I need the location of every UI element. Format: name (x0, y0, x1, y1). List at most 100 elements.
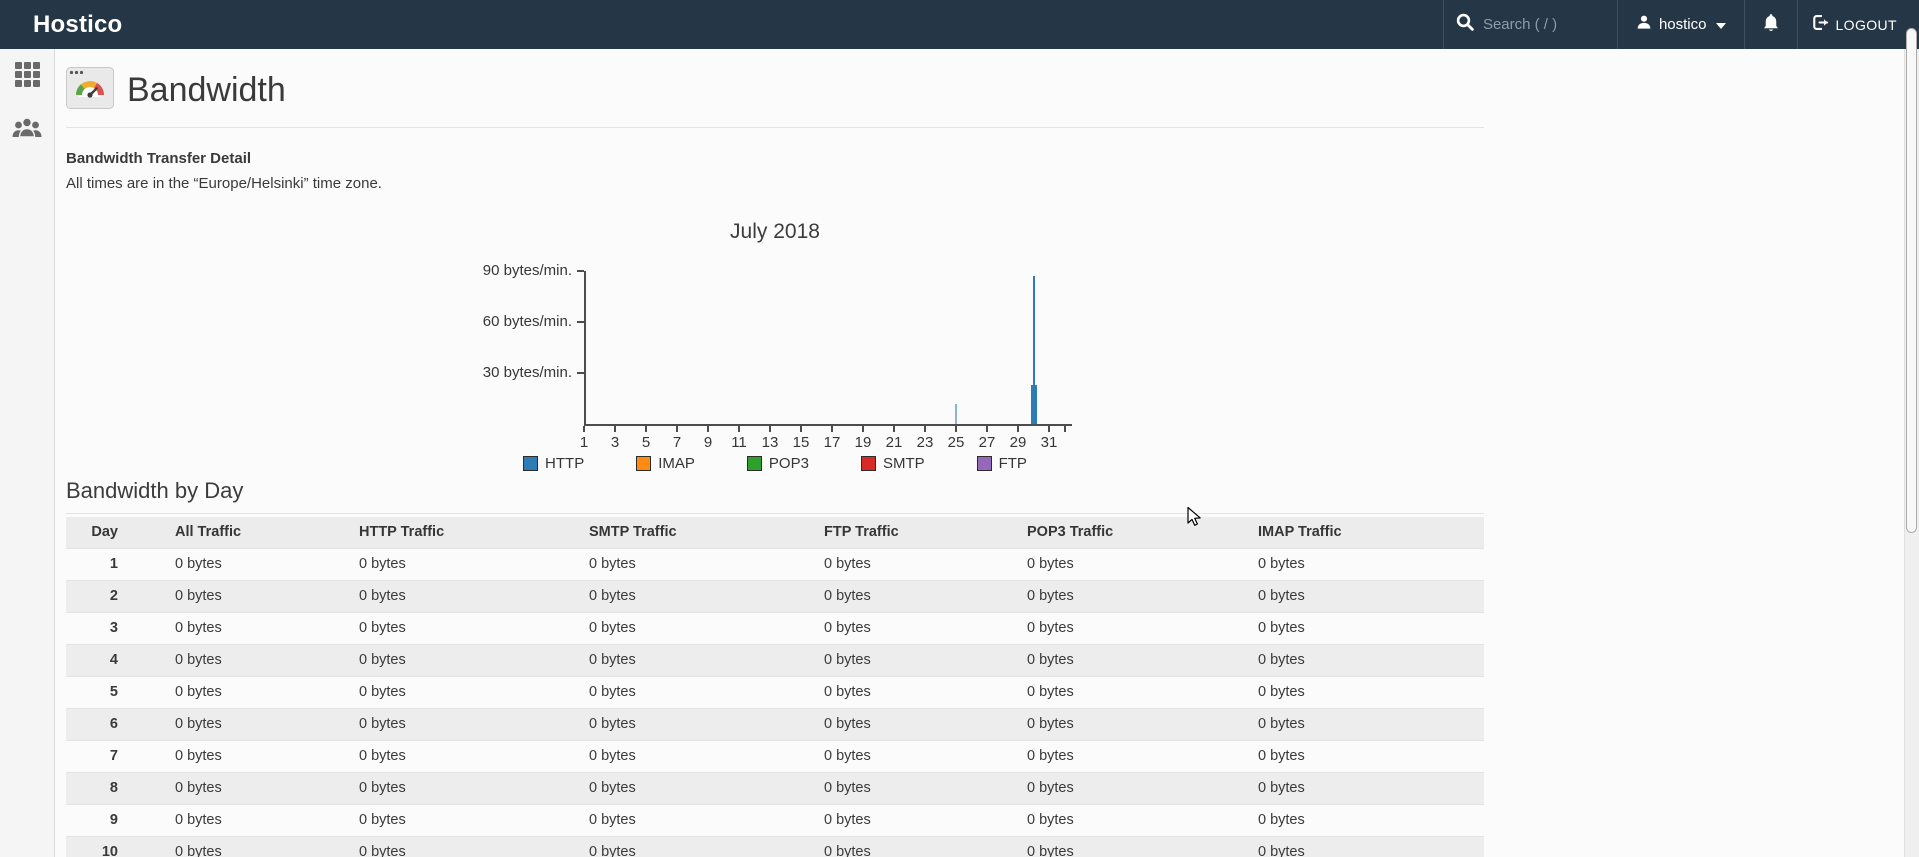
column-header: All Traffic (175, 524, 242, 540)
column-header: HTTP Traffic (359, 524, 445, 540)
user-group-icon (12, 115, 42, 144)
traffic-cell: 0 bytes (824, 652, 871, 668)
sidebar-item-user-group[interactable] (11, 115, 43, 143)
scrollbar-thumb[interactable] (1906, 28, 1917, 533)
traffic-cell: 0 bytes (1258, 556, 1305, 572)
traffic-cell: 0 bytes (1027, 716, 1074, 732)
timezone-note: All times are in the “Europe/Helsinki” t… (66, 175, 382, 192)
legend-item-smtp: SMTP (860, 455, 925, 472)
logout-label: LOGOUT (1835, 16, 1897, 33)
traffic-cell: 0 bytes (1027, 812, 1074, 828)
chart-bar-http (1030, 384, 1037, 424)
traffic-cell: 0 bytes (1258, 812, 1305, 828)
traffic-cell: 0 bytes (359, 652, 406, 668)
x-tick (862, 426, 864, 432)
day-cell: 2 (109, 588, 118, 604)
table-row: 9 0 bytes 0 bytes 0 bytes 0 bytes 0 bytes 0 by… (66, 804, 1484, 837)
traffic-cell: 0 bytes (359, 556, 406, 572)
sidebar (0, 49, 55, 857)
x-tick-label: 19 (854, 434, 872, 451)
traffic-cell: 0 bytes (175, 684, 222, 700)
y-tick-label: 30 bytes/min. (482, 364, 572, 381)
table-row: 3 0 bytes 0 bytes 0 bytes 0 bytes 0 bytes 0 by… (66, 612, 1484, 645)
chart-legend: HTTP IMAP POP3 SMTP FTP (66, 455, 1484, 472)
x-tick-label: 7 (672, 434, 682, 451)
x-tick-label: 9 (703, 434, 713, 451)
x-tick (738, 426, 740, 432)
traffic-cell: 0 bytes (824, 812, 871, 828)
search-input[interactable] (1482, 16, 1593, 33)
day-cell: 5 (109, 684, 118, 700)
topbar-right: hostico LOGOUT (1442, 0, 1919, 49)
traffic-cell: 0 bytes (589, 556, 636, 572)
day-cell: 8 (109, 780, 118, 796)
legend-label: HTTP (545, 455, 585, 472)
traffic-cell: 0 bytes (175, 716, 222, 732)
traffic-cell: 0 bytes (359, 588, 406, 604)
user-menu[interactable]: hostico (1616, 0, 1745, 49)
traffic-cell: 0 bytes (1027, 588, 1074, 604)
x-tick (645, 426, 647, 432)
search-box[interactable] (1442, 0, 1617, 49)
chart-y-axis (584, 271, 586, 426)
traffic-cell: 0 bytes (589, 588, 636, 604)
x-tick-label: 17 (823, 434, 841, 451)
x-tick-label: 23 (916, 434, 934, 451)
x-tick (893, 426, 895, 432)
table-row: 4 0 bytes 0 bytes 0 bytes 0 bytes 0 bytes 0 by… (66, 644, 1484, 677)
x-tick (769, 426, 771, 432)
x-tick (583, 426, 585, 432)
apps-grid-icon (14, 62, 40, 92)
bandwidth-table-body: 1 0 bytes 0 bytes 0 bytes 0 bytes 0 bytes 0 by… (66, 548, 1484, 857)
table-row: 6 0 bytes 0 bytes 0 bytes 0 bytes 0 bytes 0 by… (66, 708, 1484, 741)
traffic-cell: 0 bytes (175, 588, 222, 604)
bandwidth-chart: July 2018 HTTP IMAP POP3 SMTP FTP 30 bytes/m… (66, 210, 1484, 478)
traffic-cell: 0 bytes (1258, 844, 1305, 857)
page-header: Bandwidth (66, 49, 1484, 128)
sidebar-item-apps-grid[interactable] (11, 62, 43, 92)
chart-bar-http (955, 403, 957, 424)
notifications-button[interactable] (1744, 0, 1797, 49)
table-heading: Bandwidth by Day (66, 478, 1484, 514)
traffic-cell: 0 bytes (589, 716, 636, 732)
legend-label: IMAP (658, 455, 695, 472)
chart-x-axis (584, 424, 1072, 426)
traffic-cell: 0 bytes (824, 684, 871, 700)
traffic-cell: 0 bytes (1027, 748, 1074, 764)
traffic-cell: 0 bytes (359, 780, 406, 796)
legend-swatch-icon (636, 456, 652, 471)
brand-logo[interactable]: Hostico (0, 11, 122, 39)
traffic-cell: 0 bytes (1027, 556, 1074, 572)
column-header: POP3 Traffic (1027, 524, 1114, 540)
day-cell: 9 (109, 812, 118, 828)
traffic-cell: 0 bytes (175, 780, 222, 796)
traffic-cell: 0 bytes (824, 716, 871, 732)
traffic-cell: 0 bytes (175, 812, 222, 828)
legend-label: SMTP (882, 455, 925, 472)
legend-label: FTP (998, 455, 1027, 472)
traffic-cell: 0 bytes (359, 716, 406, 732)
table-row: 5 0 bytes 0 bytes 0 bytes 0 bytes 0 bytes 0 by… (66, 676, 1484, 709)
y-tick-label: 60 bytes/min. (482, 313, 572, 330)
traffic-cell: 0 bytes (1258, 716, 1305, 732)
x-end-tick (1063, 426, 1066, 432)
section-heading: Bandwidth Transfer Detail (66, 150, 252, 167)
traffic-cell: 0 bytes (589, 812, 636, 828)
x-tick-label: 1 (579, 434, 589, 451)
traffic-cell: 0 bytes (1258, 748, 1305, 764)
column-header: Day (91, 524, 118, 540)
y-tick (577, 372, 584, 374)
column-header: IMAP Traffic (1258, 524, 1342, 540)
logout-button[interactable]: LOGOUT (1797, 0, 1919, 49)
table-row: 7 0 bytes 0 bytes 0 bytes 0 bytes 0 bytes 0 by… (66, 740, 1484, 773)
legend-label: POP3 (768, 455, 809, 472)
topbar: Hostico hostico (0, 0, 1919, 49)
traffic-cell: 0 bytes (359, 844, 406, 857)
legend-swatch-icon (746, 456, 762, 471)
table-header-row: Day All Traffic HTTP Traffic SMTP Traffic FT… (66, 517, 1484, 549)
x-tick-label: 5 (641, 434, 651, 451)
legend-swatch-icon (860, 456, 876, 471)
traffic-cell: 0 bytes (1027, 844, 1074, 857)
traffic-cell: 0 bytes (824, 588, 871, 604)
x-tick-label: 31 (1040, 434, 1058, 451)
